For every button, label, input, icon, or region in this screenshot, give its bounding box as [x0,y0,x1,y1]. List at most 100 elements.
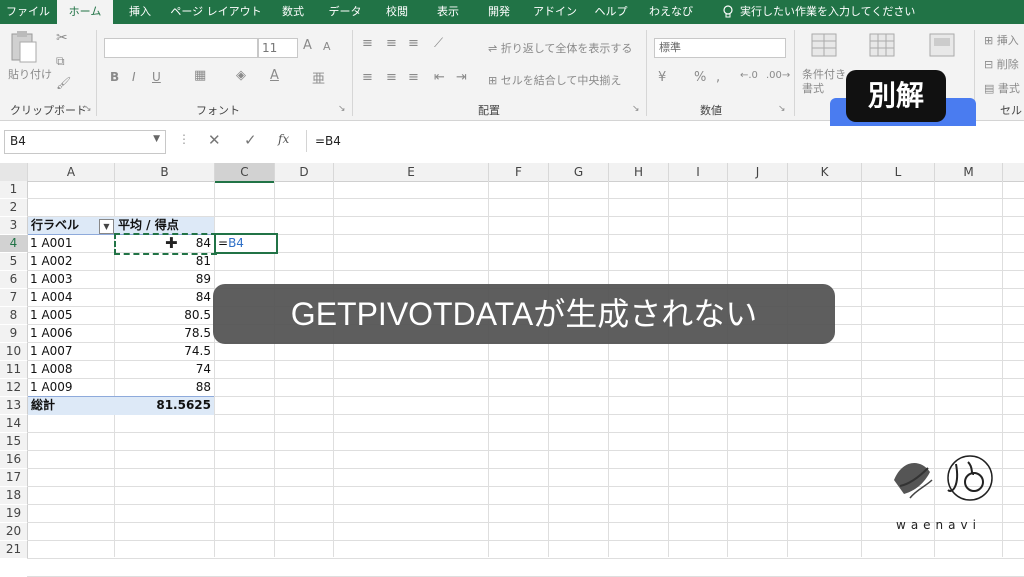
cut-icon[interactable]: ✂ [56,30,68,46]
percent-button[interactable]: % [694,70,706,85]
align-top-icon[interactable]: ≡ [362,36,373,51]
decrease-decimal-icon[interactable]: .00→ [766,70,790,81]
row-header[interactable]: 19 [0,505,28,522]
wrap-text-button[interactable]: ⇌ 折り返して全体を表示する [488,40,632,56]
select-all-corner[interactable] [0,163,28,181]
merge-center-button[interactable]: ⊞ セルを結合して中央揃え [488,72,621,88]
row-header[interactable]: 6 [0,271,28,288]
increase-decimal-icon[interactable]: ←.0 [740,70,758,81]
fill-color-icon[interactable]: ◈ [236,68,246,83]
underline-button[interactable]: U [152,70,161,84]
format-as-table-icon[interactable] [868,32,898,63]
column-header-l[interactable]: L [862,163,935,181]
row-header[interactable]: 14 [0,415,28,432]
font-name-dropdown[interactable] [104,38,258,58]
tab-page-layout[interactable]: ページ レイアウト [166,0,266,24]
row-header[interactable]: 8 [0,307,28,324]
increase-indent-icon[interactable]: ⇥ [456,70,467,85]
row-header[interactable]: 5 [0,253,28,270]
tell-me-search[interactable]: 実行したい作業を入力してください [740,0,915,24]
row-header[interactable]: 17 [0,469,28,486]
tab-file[interactable]: ファイル [0,0,56,24]
tab-addins[interactable]: アドイン [527,0,583,24]
bold-button[interactable]: B [110,70,119,84]
dialog-launcher-icon[interactable]: ↘ [338,104,346,114]
tab-data[interactable]: データ [320,0,370,24]
column-header-g[interactable]: G [549,163,609,181]
accounting-format-icon[interactable]: ¥ [658,70,666,85]
comma-button[interactable]: , [716,70,720,85]
increase-font-icon[interactable]: A [303,38,312,53]
row-header[interactable]: 18 [0,487,28,504]
row-header[interactable]: 12 [0,379,28,396]
font-color-icon[interactable]: A [270,68,279,83]
cancel-icon[interactable]: ✕ [208,131,221,149]
row-header[interactable]: 20 [0,523,28,540]
chevron-down-icon[interactable]: ▼ [153,134,160,144]
filter-dropdown-icon[interactable]: ▼ [99,219,114,234]
insert-cells-button[interactable]: ⊞ 挿入 [984,32,1019,48]
align-bottom-icon[interactable]: ≡ [408,36,419,51]
tab-insert[interactable]: 挿入 [116,0,164,24]
row-header[interactable]: 16 [0,451,28,468]
row-header[interactable]: 15 [0,433,28,450]
column-header-m[interactable]: M [935,163,1003,181]
column-header-h[interactable]: H [609,163,669,181]
row-header[interactable]: 3 [0,217,28,234]
column-header-c[interactable]: C [215,163,275,183]
tab-home[interactable]: ホーム [57,0,113,24]
dialog-launcher-icon[interactable]: ↘ [778,104,786,114]
align-center-icon[interactable]: ≡ [386,70,397,85]
column-header-e[interactable]: E [334,163,489,181]
tab-waenavi[interactable]: わえなび [641,0,701,24]
decrease-font-icon[interactable]: A [323,40,331,53]
number-format-dropdown[interactable]: 標準 [654,38,786,58]
phonetic-icon[interactable]: ⁠亜 [312,68,325,87]
row-header-selected[interactable]: 4 [0,235,28,252]
row-header[interactable]: 11 [0,361,28,378]
row-header[interactable]: 2 [0,199,28,216]
align-right-icon[interactable]: ≡ [408,70,419,85]
tab-view[interactable]: 表示 [424,0,472,24]
column-header-d[interactable]: D [275,163,334,181]
row-header[interactable]: 1 [0,181,28,198]
row-header[interactable]: 13 [0,397,28,414]
formula-input[interactable]: =B4 [306,130,1023,152]
column-header-a[interactable]: A [28,163,115,181]
active-cell-c4[interactable]: =B4 [214,233,278,254]
tab-formulas[interactable]: 数式 [270,0,316,24]
paste-label[interactable]: 貼り付け [8,66,52,82]
row-header[interactable]: 10 [0,343,28,360]
column-header-k[interactable]: K [788,163,862,181]
font-size-dropdown[interactable]: 11 [258,38,298,58]
paste-icon[interactable] [8,30,38,66]
row-header[interactable]: 7 [0,289,28,306]
orientation-icon[interactable]: ⟋ [434,36,443,51]
name-box[interactable]: B4 ▼ [4,130,166,154]
format-cells-button[interactable]: ▤ 書式 [984,80,1020,96]
dialog-launcher-icon[interactable]: ↘ [84,104,92,114]
tab-developer[interactable]: 開発 [475,0,523,24]
column-header-f[interactable]: F [489,163,549,181]
column-header-i[interactable]: I [669,163,728,181]
align-left-icon[interactable]: ≡ [362,70,373,85]
borders-icon[interactable]: ▦ [194,68,206,83]
italic-button[interactable]: I [132,70,136,84]
column-header-b[interactable]: B [115,163,215,181]
align-middle-icon[interactable]: ≡ [386,36,397,51]
tab-help[interactable]: ヘルプ [586,0,636,24]
decrease-indent-icon[interactable]: ⇤ [434,70,445,85]
conditional-format-icon[interactable] [810,32,840,63]
delete-cells-button[interactable]: ⊟ 削除 [984,56,1019,72]
insert-function-icon[interactable]: fx [278,132,289,146]
format-painter-icon[interactable]: 🖌 [56,76,71,90]
enter-icon[interactable]: ✓ [244,131,257,149]
row-header[interactable]: 9 [0,325,28,342]
tab-review[interactable]: 校閲 [374,0,420,24]
row-header[interactable]: 21 [0,541,28,558]
dialog-launcher-icon[interactable]: ↘ [632,104,640,114]
copy-icon[interactable]: ⧉ [56,54,65,69]
conditional-format-label[interactable]: 条件付き書式 [802,68,852,96]
column-header-j[interactable]: J [728,163,788,181]
cell-styles-icon[interactable] [928,32,958,63]
